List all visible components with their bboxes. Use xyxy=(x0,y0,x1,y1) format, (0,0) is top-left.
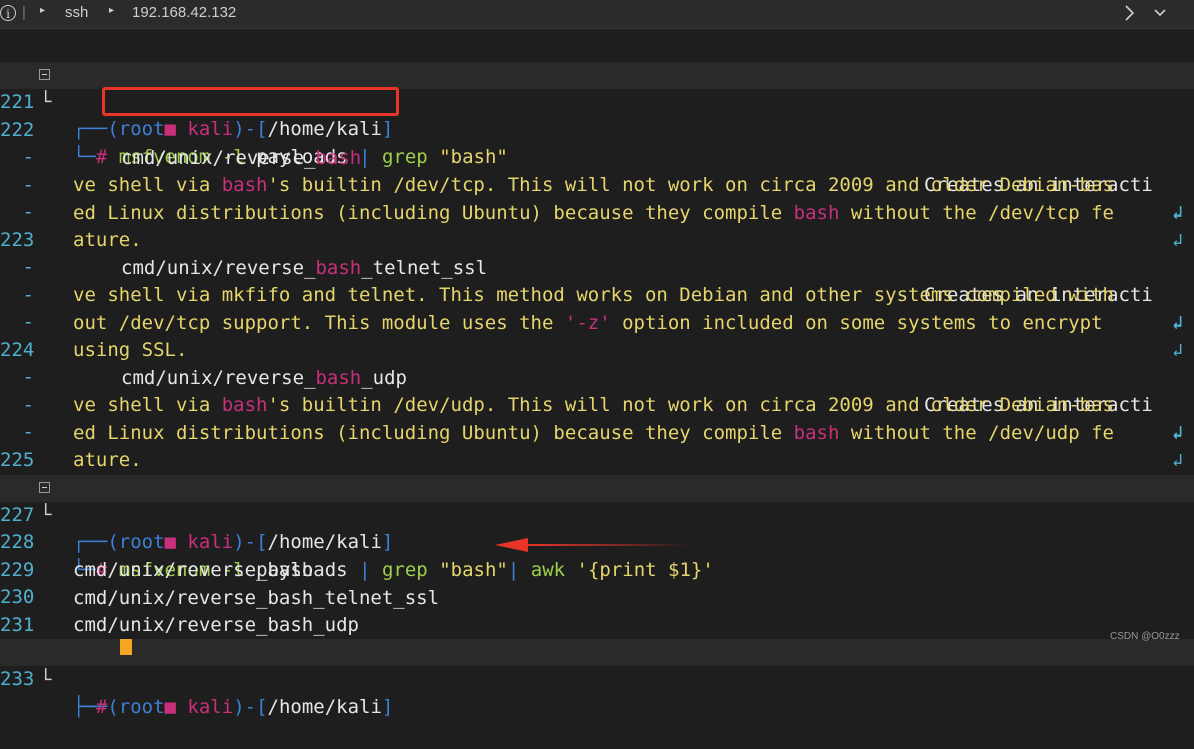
terminal-line: 230 cmd/unix/reverse_bash_udp xyxy=(0,557,1194,635)
fold-icon[interactable] xyxy=(39,69,50,80)
terminal-line: - out /dev/tcp support. This module uses… xyxy=(0,255,1194,361)
terminal-line: 225 xyxy=(0,420,1194,471)
chevron-down-icon[interactable] xyxy=(1153,3,1167,23)
breadcrumb: i | ▸ ssh ▸ 192.168.42.132 xyxy=(0,0,1194,29)
watermark: CSDN @O0zzz xyxy=(1110,631,1180,642)
chevron-right-icon[interactable] xyxy=(1122,3,1136,23)
terminal-line: - ed Linux distributions (including Ubun… xyxy=(0,145,1194,251)
terminal-line: 228 cmd/unix/reverse_bash xyxy=(0,502,1194,580)
terminal-line: 232 └ ┌──(root■ kali)-[/home/kali] xyxy=(0,612,1194,718)
terminal-line: 226 └ ┌──(root■ kali)-[/home/kali] xyxy=(0,447,1194,553)
terminal-line: - ature. xyxy=(22,201,142,251)
terminal-line: - ature. xyxy=(22,421,142,471)
chevron-right-small-icon: ▸ xyxy=(40,5,46,16)
terminal-line: - ed Linux distributions (including Ubun… xyxy=(0,365,1194,471)
terminal-line: 223 cmd/unix/reverse_bash_telnet_ssl Cre… xyxy=(0,200,1194,333)
breadcrumb-item-ssh[interactable]: ssh xyxy=(65,4,88,21)
terminal-line: 220 └ ┌──(root■ kali)-[/home/kali] xyxy=(0,34,1194,140)
terminal-line: - ve shell via bash's builtin /dev/udp. … xyxy=(0,337,1194,443)
breadcrumb-separator: | xyxy=(22,4,26,21)
highlight-annotation-box xyxy=(102,87,399,116)
chevron-right-small-icon: ▸ xyxy=(109,5,115,16)
annotation-arrow xyxy=(495,538,690,552)
fold-icon[interactable] xyxy=(39,482,50,493)
terminal-line: 221 └─# msfvenom -l payloads | grep "bas… xyxy=(0,62,1194,168)
terminal-line: - using SSL. xyxy=(22,311,188,361)
line-number: 233 xyxy=(0,668,35,691)
breadcrumb-item-host[interactable]: 192.168.42.132 xyxy=(132,4,236,21)
terminal-line: - ve shell via bash's builtin /dev/tcp. … xyxy=(0,117,1194,223)
terminal-line: - ve shell via mkfifo and telnet. This m… xyxy=(0,227,1194,333)
info-icon[interactable]: i xyxy=(0,5,16,21)
terminal-line: 227 └─# msfvenom -l payloads | grep "bas… xyxy=(0,475,1194,581)
terminal-line: 231 xyxy=(0,585,1194,636)
terminal-line: 224 cmd/unix/reverse_bash_udp Creates an… xyxy=(0,310,1194,443)
